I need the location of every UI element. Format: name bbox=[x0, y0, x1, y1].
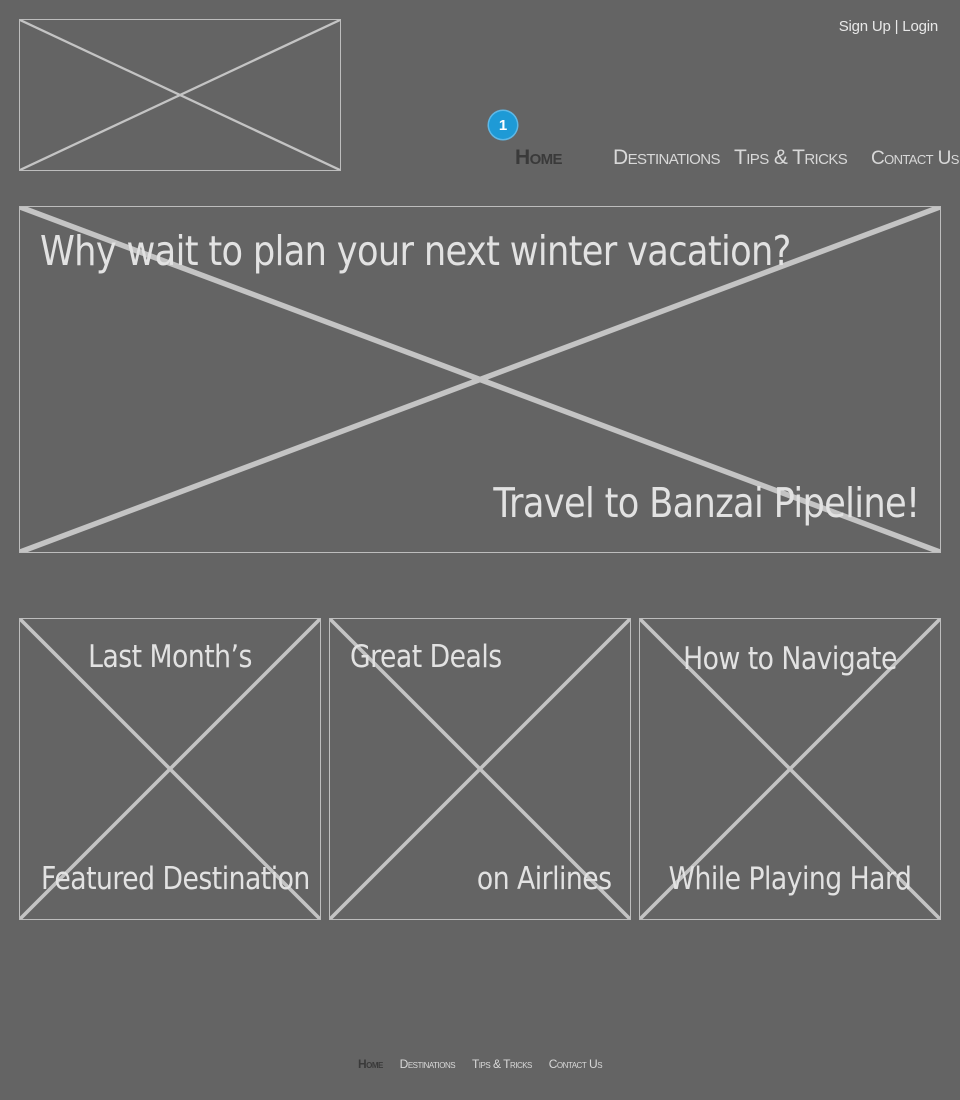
card-title-top: Last Month’s bbox=[88, 639, 252, 675]
card-title-bottom: on Airlines bbox=[477, 861, 612, 897]
hero-headline: Why wait to plan your next winter vacati… bbox=[40, 227, 791, 275]
placeholder-cross-icon bbox=[20, 20, 340, 170]
card-featured-destination[interactable]: Last Month’s Featured Destination bbox=[19, 618, 321, 920]
card-title-bottom: While Playing Hard bbox=[668, 861, 912, 897]
footer-nav-home[interactable]: Home bbox=[358, 1057, 383, 1071]
nav-destinations[interactable]: Destinations bbox=[613, 146, 720, 170]
logo-placeholder[interactable] bbox=[19, 19, 341, 171]
login-link[interactable]: Login bbox=[902, 18, 938, 35]
footer-nav: Home Destinations Tips & Tricks Contact … bbox=[0, 1057, 960, 1071]
hero-tagline: Travel to Banzai Pipeline! bbox=[493, 479, 921, 527]
card-navigate-tips[interactable]: How to Navigate While Playing Hard bbox=[639, 618, 941, 920]
signup-link[interactable]: Sign Up bbox=[839, 18, 891, 35]
footer-nav-tips-tricks[interactable]: Tips & Tricks bbox=[472, 1057, 532, 1071]
auth-links: Sign Up | Login bbox=[839, 18, 939, 35]
card-title-bottom: Featured Destination bbox=[41, 861, 310, 897]
annotation-badge: 1 bbox=[489, 111, 517, 139]
hero-banner[interactable]: Why wait to plan your next winter vacati… bbox=[19, 206, 941, 553]
nav-home[interactable]: Home bbox=[515, 146, 563, 170]
card-title-top: How to Navigate bbox=[683, 641, 897, 677]
card-title-top: Great Deals bbox=[350, 639, 502, 675]
card-airline-deals[interactable]: Great Deals on Airlines bbox=[329, 618, 631, 920]
nav-tips-tricks[interactable]: Tips & Tricks bbox=[734, 146, 848, 170]
auth-separator: | bbox=[890, 18, 903, 35]
footer-nav-contact-us[interactable]: Contact Us bbox=[549, 1057, 603, 1071]
footer-nav-destinations[interactable]: Destinations bbox=[400, 1057, 456, 1071]
nav-contact-us[interactable]: Contact Us bbox=[871, 148, 959, 170]
